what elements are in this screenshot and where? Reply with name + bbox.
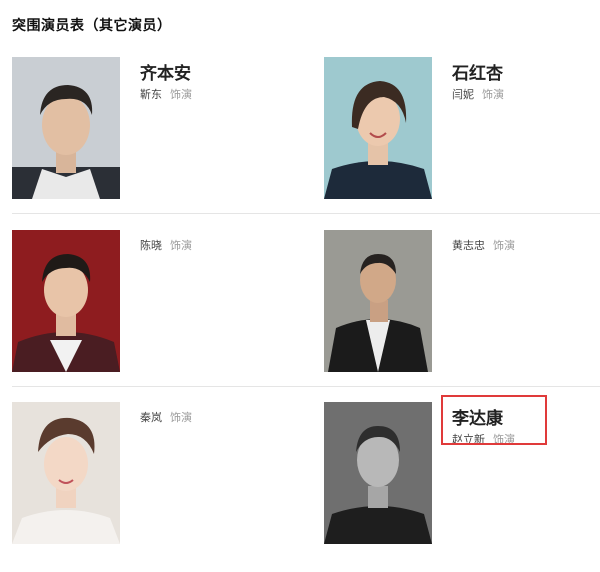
actor-portrait-icon — [12, 402, 120, 544]
actor-name[interactable]: 靳东 — [140, 88, 162, 101]
cast-card[interactable]: 陈晓 饰演 — [12, 230, 312, 400]
actor-photo[interactable] — [324, 230, 432, 372]
actor-photo[interactable] — [324, 57, 432, 199]
role-name[interactable]: 齐本安 — [140, 59, 191, 84]
actor-portrait-icon — [324, 402, 432, 544]
actor-name[interactable]: 秦岚 — [140, 411, 162, 424]
actor-line: 秦岚 饰演 — [140, 409, 192, 425]
play-label: 饰演 — [170, 239, 192, 252]
play-label: 饰演 — [482, 88, 504, 101]
play-label: 饰演 — [170, 88, 192, 101]
cast-card[interactable]: 李达康 赵立新 饰演 — [324, 402, 600, 572]
actor-photo[interactable] — [12, 57, 120, 199]
actor-name[interactable]: 陈晓 — [140, 239, 162, 252]
cast-card[interactable]: 齐本安 靳东 饰演 — [12, 57, 312, 227]
actor-name[interactable]: 赵立新 — [452, 433, 485, 446]
role-name[interactable]: 李达康 — [452, 404, 503, 429]
actor-photo[interactable] — [12, 402, 120, 544]
actor-portrait-icon — [12, 230, 120, 372]
actor-line: 黄志忠 饰演 — [452, 237, 515, 253]
actor-line: 靳东 饰演 — [140, 86, 192, 102]
cast-card[interactable]: 石红杏 闫妮 饰演 — [324, 57, 600, 227]
cast-card[interactable]: 黄志忠 饰演 — [324, 230, 600, 400]
play-label: 饰演 — [170, 411, 192, 424]
actor-photo[interactable] — [12, 230, 120, 372]
play-label: 饰演 — [493, 433, 515, 446]
actor-portrait-icon — [12, 57, 120, 199]
role-name[interactable]: 石红杏 — [452, 59, 503, 84]
actor-portrait-icon — [324, 57, 432, 199]
actor-photo[interactable] — [324, 402, 432, 544]
actor-line: 陈晓 饰演 — [140, 237, 192, 253]
actor-portrait-icon — [324, 230, 432, 372]
actor-name[interactable]: 闫妮 — [452, 88, 474, 101]
cast-grid: 齐本安 靳东 饰演 石红杏 闫妮 饰演 陈晓 饰演 黄志忠 饰演 秦岚 饰演 李… — [0, 0, 600, 544]
actor-line: 赵立新 饰演 — [452, 431, 515, 447]
row-divider — [12, 386, 600, 387]
actor-line: 闫妮 饰演 — [452, 86, 504, 102]
actor-name[interactable]: 黄志忠 — [452, 239, 485, 252]
row-divider — [12, 213, 600, 214]
play-label: 饰演 — [493, 239, 515, 252]
cast-card[interactable]: 秦岚 饰演 — [12, 402, 312, 572]
